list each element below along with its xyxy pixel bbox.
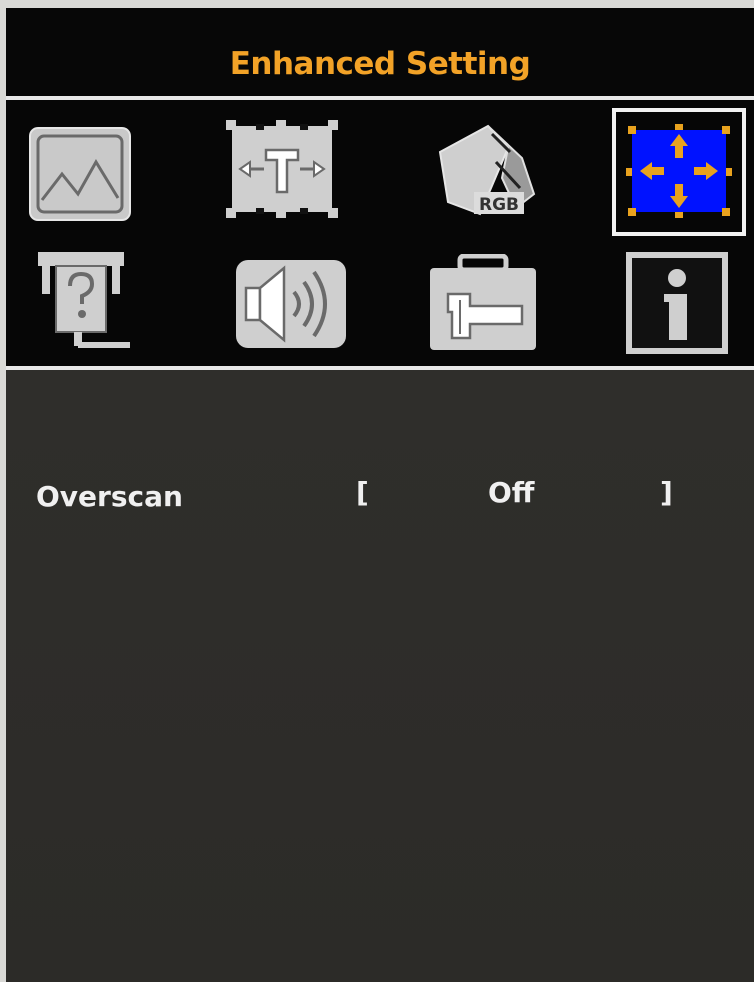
color-rgb-icon[interactable]: RGB (430, 118, 542, 220)
osd-screen: Enhanced Setting RGB Overscan [Off] (6, 8, 754, 982)
picture-icon[interactable] (28, 126, 132, 222)
rgb-badge: RGB (479, 195, 519, 215)
input-select-icon[interactable] (34, 250, 134, 352)
title-bar: Enhanced Setting (6, 8, 754, 96)
value-close-bracket: ] (660, 476, 673, 509)
setting-label: Overscan (36, 480, 183, 513)
setting-row-overscan[interactable]: Overscan [ Off ] (36, 470, 736, 520)
information-icon[interactable] (626, 252, 728, 354)
enhanced-setting-icon[interactable] (612, 108, 746, 236)
menu-icon-bar: RGB (6, 100, 754, 366)
audio-icon[interactable] (234, 258, 348, 350)
divider-bottom (6, 366, 754, 370)
menu-title: Enhanced Setting (229, 46, 531, 82)
setting-value[interactable]: Off (488, 476, 534, 509)
value-open-bracket: [ (356, 476, 369, 509)
setup-icon[interactable] (426, 254, 540, 352)
image-position-icon[interactable] (226, 120, 338, 218)
